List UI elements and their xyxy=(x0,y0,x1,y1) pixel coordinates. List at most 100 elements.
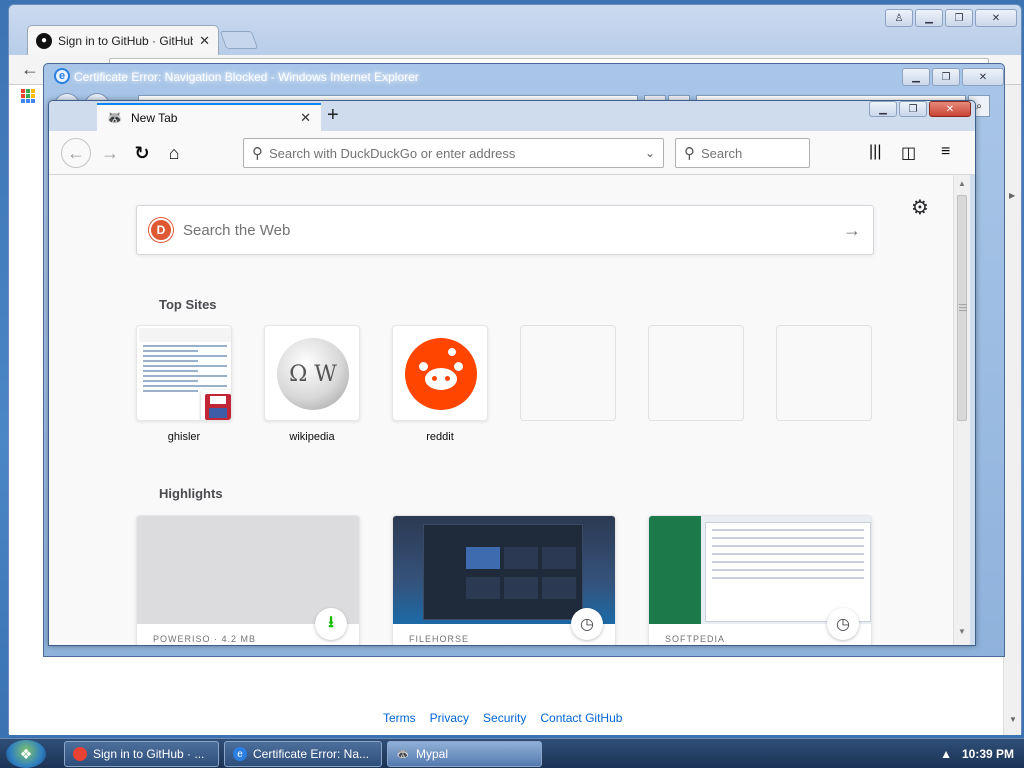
top-site-empty xyxy=(776,325,872,421)
apps-grid-icon[interactable] xyxy=(21,89,35,103)
tab-bar: 🦝 New Tab ✕ + ▁ ❐ ✕ xyxy=(49,101,975,131)
empty-site-slot xyxy=(648,325,744,421)
site-thumbnail: Ω W xyxy=(264,325,360,421)
ie-window-controls: ▁ ❐ ✕ xyxy=(902,68,1004,86)
maximize-button[interactable]: ❐ xyxy=(945,9,973,27)
top-site-empty xyxy=(648,325,744,421)
taskbar: ❖ Sign in to GitHub · ... e Certificate … xyxy=(0,738,1024,768)
close-icon[interactable]: ✕ xyxy=(300,110,311,126)
duckduckgo-icon: D xyxy=(149,218,173,242)
search-bar[interactable]: ⚲ Search xyxy=(675,138,810,168)
maximize-button[interactable]: ❐ xyxy=(899,101,927,117)
back-arrow-icon[interactable]: ← xyxy=(61,138,91,168)
minimize-button[interactable]: ▁ xyxy=(915,9,943,27)
minimize-button[interactable]: ▁ xyxy=(902,68,930,86)
mypal-window-controls: ▁ ❐ ✕ xyxy=(869,101,971,117)
taskbar-item-mypal[interactable]: 🦝 Mypal xyxy=(387,741,542,767)
maximize-button[interactable]: ❐ xyxy=(932,68,960,86)
highlight-meta: FILEHORSE xyxy=(409,634,470,644)
site-thumbnail xyxy=(136,325,232,421)
footer-link-security[interactable]: Security xyxy=(483,711,526,725)
sidebar-icon[interactable]: ◫ xyxy=(901,143,916,163)
highlights-title: Highlights xyxy=(159,486,223,501)
mypal-icon: 🦝 xyxy=(106,110,124,125)
top-site-empty xyxy=(520,325,616,421)
gear-icon[interactable]: ⚙ xyxy=(911,195,929,220)
scrollbar-grip: ― ― ― xyxy=(959,300,967,315)
web-search-placeholder: Search the Web xyxy=(183,221,291,239)
forward-arrow-icon[interactable]: → xyxy=(95,138,125,168)
page-scrollbar[interactable]: ▲ ― ― ― ▼ xyxy=(953,175,970,645)
new-tab-page: ⚙ D Search the Web → Top Sites ghisler Ω… xyxy=(49,175,959,645)
home-icon[interactable]: ⌂ xyxy=(159,138,189,168)
tab-new-tab[interactable]: 🦝 New Tab ✕ xyxy=(97,103,321,131)
taskbar-item-label: Certificate Error: Na... xyxy=(253,747,370,761)
user-icon[interactable]: ♙ xyxy=(885,9,913,27)
url-bar-placeholder: Search with DuckDuckGo or enter address xyxy=(269,145,516,161)
taskbar-item-label: Mypal xyxy=(416,747,449,761)
new-tab-plus-icon[interactable]: + xyxy=(327,105,339,125)
close-button[interactable]: ✕ xyxy=(975,9,1017,27)
close-button[interactable]: ✕ xyxy=(929,101,971,117)
wikipedia-globe-icon: Ω W xyxy=(277,338,349,410)
site-label: reddit xyxy=(426,431,454,443)
highlight-card[interactable]: ⭳ POWERISO · 4.2 MB xyxy=(136,515,360,645)
taskbar-item-label: Sign in to GitHub · ... xyxy=(93,747,205,761)
highlight-meta: POWERISO · 4.2 MB xyxy=(153,634,257,644)
scroll-down-arrow-icon[interactable]: ▼ xyxy=(1009,715,1017,724)
highlight-meta: SOFTPEDIA xyxy=(665,634,726,644)
arrow-right-icon[interactable]: → xyxy=(843,220,861,241)
close-icon[interactable]: ✕ xyxy=(199,33,210,49)
internet-explorer-icon: e xyxy=(233,747,247,761)
mypal-icon: 🦝 xyxy=(396,748,410,760)
highlight-card[interactable]: ◷ SOFTPEDIA xyxy=(648,515,872,645)
scroll-up-arrow-icon[interactable]: ▲ xyxy=(958,179,966,188)
empty-site-slot xyxy=(520,325,616,421)
url-bar[interactable]: ⚲ Search with DuckDuckGo or enter addres… xyxy=(243,138,664,168)
scroll-right-arrow-icon[interactable]: ▶ xyxy=(1009,191,1015,200)
footer-link-privacy[interactable]: Privacy xyxy=(430,711,469,725)
reddit-icon xyxy=(405,338,477,410)
footer-link-terms[interactable]: Terms xyxy=(383,711,416,725)
close-button[interactable]: ✕ xyxy=(962,68,1004,86)
highlight-card[interactable]: ◷ FILEHORSE xyxy=(392,515,616,645)
chrome-icon xyxy=(73,747,87,761)
chrome-titlebar: ● Sign in to GitHub · GitHub ✕ ♙ ▁ ❐ ✕ xyxy=(9,5,1021,55)
top-site-reddit[interactable]: reddit xyxy=(392,325,488,443)
chrome-tab-title: Sign in to GitHub · GitHub xyxy=(58,33,194,48)
web-search-box[interactable]: D Search the Web → xyxy=(136,205,874,255)
github-icon: ● xyxy=(36,32,52,49)
top-sites-title: Top Sites xyxy=(159,297,217,312)
floppy-disk-icon xyxy=(201,390,231,420)
menu-icon[interactable]: ≡ xyxy=(941,143,950,161)
scroll-down-arrow-icon[interactable]: ▼ xyxy=(958,627,966,636)
taskbar-item-ie[interactable]: e Certificate Error: Na... xyxy=(224,741,382,767)
clock-icon: ◷ xyxy=(827,608,859,640)
minimize-button[interactable]: ▁ xyxy=(869,101,897,117)
footer-link-contact[interactable]: Contact GitHub xyxy=(540,711,622,725)
ie-window-title: Certificate Error: Navigation Blocked - … xyxy=(74,70,419,84)
search-icon: ⚲ xyxy=(252,145,263,162)
search-bar-placeholder: Search xyxy=(701,145,743,161)
chevron-down-icon[interactable]: ⌄ xyxy=(645,146,655,160)
site-label: wikipedia xyxy=(289,431,335,443)
top-site-wikipedia[interactable]: Ω W wikipedia xyxy=(264,325,360,443)
start-button[interactable]: ❖ xyxy=(6,740,46,768)
taskbar-item-chrome[interactable]: Sign in to GitHub · ... xyxy=(64,741,219,767)
search-icon: ⚲ xyxy=(684,145,695,162)
site-label: ghisler xyxy=(167,431,201,443)
download-icon: ⭳ xyxy=(315,608,347,640)
system-tray: ▲ 10:39 PM xyxy=(940,739,1014,768)
top-site-ghisler[interactable]: ghisler xyxy=(136,325,232,443)
show-hidden-icons-icon[interactable]: ▲ xyxy=(940,747,952,761)
chrome-new-tab-button[interactable] xyxy=(219,31,259,49)
chrome-scrollbar[interactable]: ▶ ▼ xyxy=(1003,85,1021,735)
reload-icon[interactable]: ↻ xyxy=(127,138,157,168)
back-arrow-icon[interactable]: ← xyxy=(21,59,39,80)
clock[interactable]: 10:39 PM xyxy=(962,747,1014,761)
library-icon[interactable]: ||| xyxy=(869,143,881,161)
nav-bar: ← → ↻ ⌂ ⚲ Search with DuckDuckGo or ente… xyxy=(49,131,975,175)
site-thumbnail xyxy=(392,325,488,421)
chrome-tab-github[interactable]: ● Sign in to GitHub · GitHub ✕ xyxy=(27,25,219,55)
empty-site-slot xyxy=(776,325,872,421)
